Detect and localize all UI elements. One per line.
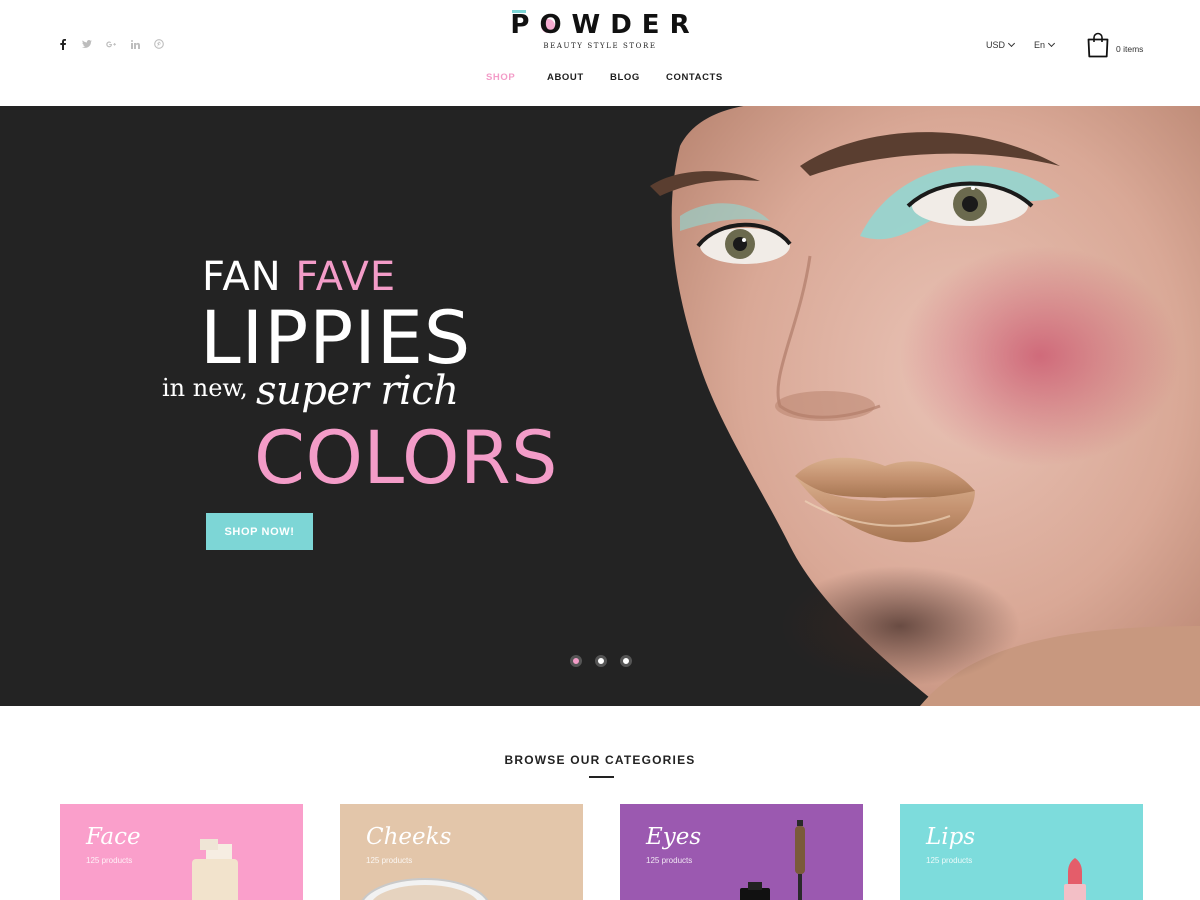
nav-shop[interactable]: SHOP xyxy=(486,72,515,83)
category-title: Lips xyxy=(926,824,976,850)
currency-select[interactable]: USD xyxy=(986,39,1016,50)
chevron-down-icon xyxy=(1047,39,1056,48)
twitter-icon[interactable] xyxy=(82,38,92,50)
compact-powder-image xyxy=(361,878,489,900)
category-card-face[interactable]: Face 125 products xyxy=(60,804,303,900)
nav-about[interactable]: ABOUT xyxy=(547,72,584,83)
slider-pagination xyxy=(570,655,632,667)
category-count: 125 products xyxy=(926,856,973,865)
logo-wordmark: POWDER xyxy=(510,10,700,40)
category-title: Cheeks xyxy=(366,824,452,850)
language-select[interactable]: En xyxy=(1034,39,1056,50)
linkedin-icon[interactable] xyxy=(130,38,140,50)
category-count: 125 products xyxy=(86,856,133,865)
hero-line-fan-fave: FAN FAVE xyxy=(202,254,396,300)
currency-value: USD xyxy=(986,40,1006,50)
foundation-bottle-image xyxy=(192,839,238,900)
hero-line-in-new: in new, xyxy=(162,374,248,402)
category-title: Face xyxy=(86,824,141,850)
social-links xyxy=(58,38,164,50)
category-count: 125 products xyxy=(366,856,413,865)
slider-dot-2[interactable] xyxy=(595,655,607,667)
hero-headline: FAN FAVE LIPPIES in new, super rich COLO… xyxy=(0,106,640,706)
main-nav: SHOP ABOUT BLOG CONTACTS xyxy=(0,72,1200,84)
logo[interactable]: POWDER BEAUTY STYLE STORE xyxy=(500,8,700,50)
chevron-down-icon xyxy=(1007,39,1016,48)
mascara-image xyxy=(740,820,805,900)
hero-line1-white: FAN xyxy=(202,254,282,300)
category-card-lips[interactable]: Lips 125 products xyxy=(900,804,1143,900)
category-card-eyes[interactable]: Eyes 125 products xyxy=(620,804,863,900)
hero-line1-pink: FAVE xyxy=(295,254,397,300)
shopping-bag-icon xyxy=(1086,32,1110,63)
heading-underline xyxy=(589,776,614,778)
nav-blog[interactable]: BLOG xyxy=(610,72,640,83)
category-card-cheeks[interactable]: Cheeks 125 products xyxy=(340,804,583,900)
pinterest-icon[interactable] xyxy=(154,38,164,50)
google-plus-icon[interactable] xyxy=(106,38,116,50)
lipstick-image xyxy=(1064,858,1086,900)
slider-dot-3[interactable] xyxy=(620,655,632,667)
hero-line-super-rich: super rich xyxy=(256,368,459,414)
categories-heading: BROWSE OUR CATEGORIES xyxy=(504,753,696,767)
site-header: POWDER BEAUTY STYLE STORE SHOP ABOUT BLO… xyxy=(0,0,1200,106)
language-value: En xyxy=(1034,40,1046,50)
cart-count: 0 items xyxy=(1116,43,1144,54)
hero-slider: FAN FAVE LIPPIES in new, super rich COLO… xyxy=(0,106,1200,706)
category-count: 125 products xyxy=(646,856,693,865)
facebook-icon[interactable] xyxy=(58,38,68,50)
slider-dot-1[interactable] xyxy=(570,655,582,667)
logo-tagline: BEAUTY STYLE STORE xyxy=(543,42,657,50)
category-title: Eyes xyxy=(646,824,702,850)
hero-line-colors: COLORS xyxy=(254,416,559,501)
shop-now-button[interactable]: SHOP NOW! xyxy=(206,513,313,550)
model-portrait-image xyxy=(650,106,1200,706)
nav-contacts[interactable]: CONTACTS xyxy=(666,72,723,83)
cart-button[interactable]: 0 items xyxy=(1086,32,1143,63)
